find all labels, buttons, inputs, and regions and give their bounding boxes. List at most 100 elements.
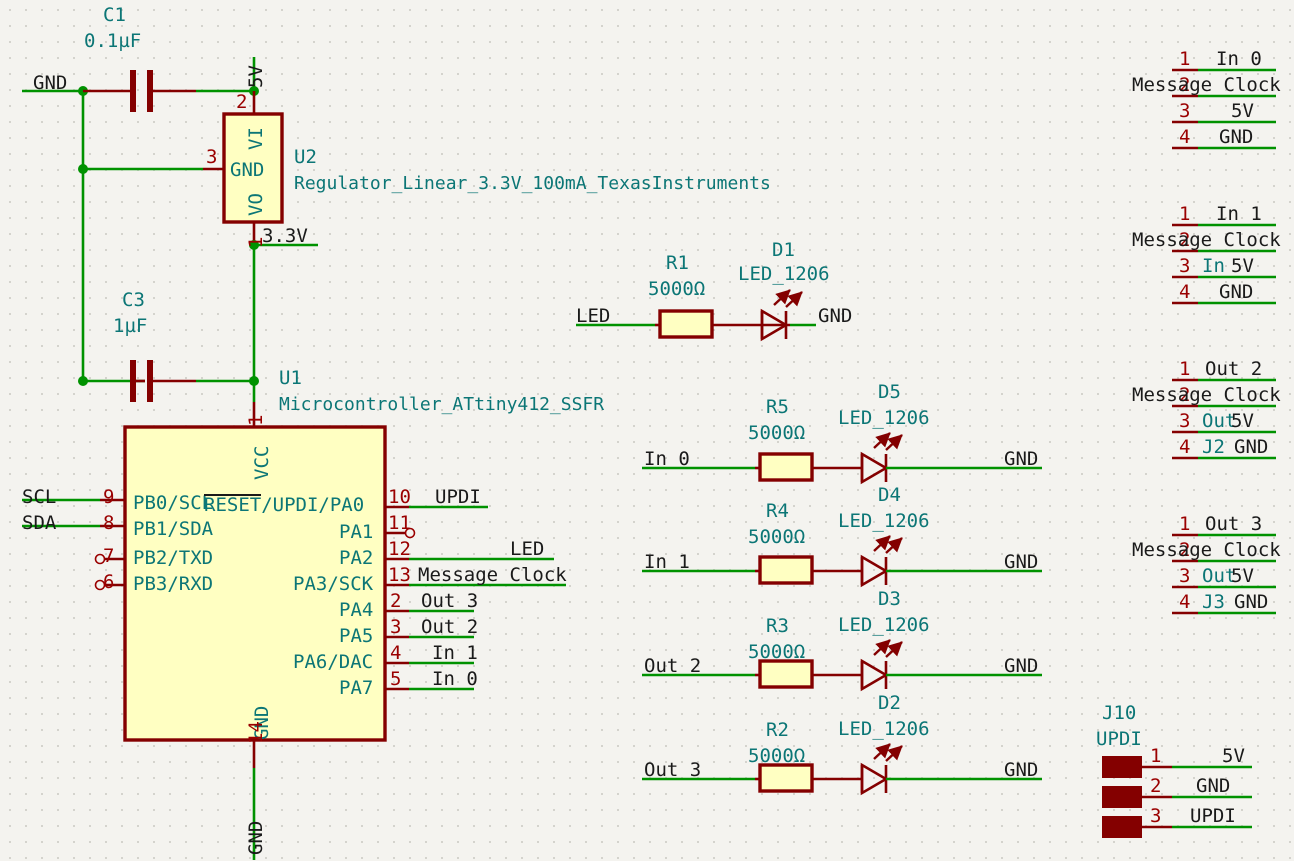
net-label-message-clock: Message Clock [418,564,567,586]
conn3-pin1-number: 1 [1179,358,1191,380]
capacitor-c3-symbol [130,360,254,402]
led1-out-net: GND [818,305,853,327]
led1-in-net: LED [576,305,611,327]
u1-pin12-label: PA2 [339,547,374,569]
led5-in-net: Out 3 [644,759,702,781]
u1-pin3-label: PA5 [339,625,374,647]
u1-pin6-number: 6 [103,571,115,593]
conn1-pin4-net: GND [1219,126,1254,148]
conn4-pin2-net: Message Clock [1132,539,1281,561]
u1-pin11-number: 11 [388,512,411,534]
led4-out-net: GND [1004,655,1039,677]
led-branch-3 [642,535,1042,588]
j10-pin3-net: UPDI [1190,805,1236,827]
conn2-overlay-ref: In [1202,255,1225,277]
d2-value: LED_1206 [838,718,930,740]
u2-pin-gnd-label: GND [230,159,265,181]
u1-pin12-number: 12 [388,538,411,560]
conn1-pin4-number: 4 [1179,126,1191,148]
d3-value: LED_1206 [838,614,930,636]
net-label-in0-mcu: In 0 [432,668,478,690]
d1-reference: D1 [772,239,795,261]
j10-pin3-number: 3 [1150,805,1162,827]
led4-in-net: Out 2 [644,655,702,677]
conn1-pin1-net: In 0 [1216,48,1262,70]
conn4-pin1-number: 1 [1179,513,1191,535]
u1-pin3-number: 3 [390,616,402,638]
d5-value: LED_1206 [838,407,930,429]
conn1-pin3-number: 3 [1179,100,1191,122]
net-label-sda: SDA [22,512,57,534]
u1-pin8-label: PB1/SDA [133,518,214,540]
d2-reference: D2 [878,692,901,714]
r4-value: 5000Ω [748,526,806,548]
conn2-pin2-net: Message Clock [1132,229,1281,251]
conn3-pin4-net: GND [1234,436,1269,458]
u1-value: Microcontroller_ATtiny412_SSFR [279,394,605,415]
conn3-pin4-number: 4 [1179,436,1191,458]
net-label-updi: UPDI [435,486,481,508]
net-label-out2-mcu: Out 2 [421,616,479,638]
c3-value: 1µF [113,315,148,337]
u2-pin3-number: 3 [206,146,218,168]
led-branch-4 [642,639,1042,692]
u2-pin2-number: 2 [236,91,248,113]
u1-pin5-label: PA7 [339,677,374,699]
d3-reference: D3 [878,588,901,610]
u2-reference: U2 [294,146,317,168]
conn2-pin4-number: 4 [1179,281,1191,303]
r1-reference: R1 [666,252,689,274]
net-label-out3-mcu: Out 3 [421,590,479,612]
conn3-pin2-net: Message Clock [1132,384,1281,406]
conn2-pin3-net: 5V [1231,255,1254,277]
u1-pin13-label: PA3/SCK [293,573,374,595]
net-gnd-left-bus [22,86,203,386]
conn3-pin3-number: 3 [1179,410,1191,432]
conn2-pin1-number: 1 [1179,203,1191,225]
net-label-led: LED [510,538,545,560]
led-branch-2 [642,432,1042,485]
conn4-overlay-value: J3 [1202,591,1225,613]
u1-pin6-label: PB3/RXD [133,573,214,595]
u1-pin2-label: PA4 [339,599,374,621]
j10-reference: J10 [1102,702,1137,724]
u1-pin-vcc-label: VCC [251,445,273,480]
conn1-pin3-net: 5V [1231,100,1254,122]
conn4-pin4-net: GND [1234,591,1269,613]
conn2-pin3-number: 3 [1179,255,1191,277]
net-label-gnd-c1: GND [33,72,68,94]
led2-out-net: GND [1004,448,1039,470]
r5-reference: R5 [766,396,789,418]
conn3-pin1-net: Out 2 [1205,358,1263,380]
led-branch-5 [642,743,1042,796]
r2-reference: R2 [766,719,789,741]
u1-pin8-number: 8 [103,512,115,534]
net-3v3 [249,240,318,386]
conn4-pin3-number: 3 [1179,565,1191,587]
reset-overline-text: RESET [204,494,262,516]
net-label-gnd-bottom: GND [245,820,267,855]
d5-reference: D5 [878,381,901,403]
conn1-pin2-net: Message Clock [1132,74,1281,96]
u2-value: Regulator_Linear_3.3V_100mA_TexasInstrum… [294,173,771,194]
conn2-pin1-net: In 1 [1216,203,1262,225]
j10-pin1-number: 1 [1150,745,1162,767]
r1-value: 5000Ω [648,278,706,300]
j10-pin2-net: GND [1196,775,1231,797]
conn4-pin1-net: Out 3 [1205,513,1263,535]
led3-out-net: GND [1004,551,1039,573]
u1-pin7-label: PB2/TXD [133,547,214,569]
j10-pin1-net: 5V [1222,745,1245,767]
j10-pin2-number: 2 [1150,775,1162,797]
r3-value: 5000Ω [748,641,806,663]
u1-pin11-label: PA1 [339,521,374,543]
r2-value: 5000Ω [748,745,806,767]
conn3-overlay-value: J2 [1202,436,1225,458]
c3-reference: C3 [122,289,145,311]
u1-pin10-label: RESET/UPDI/PA0 [204,494,364,515]
u1-pin10-number: 10 [388,486,411,508]
reset-suffix-text: /UPDI/PA0 [261,494,365,516]
j10-value: UPDI [1096,728,1142,750]
u2-pin-vo-label: VO [245,193,267,216]
c1-value: 0.1µF [84,30,142,52]
